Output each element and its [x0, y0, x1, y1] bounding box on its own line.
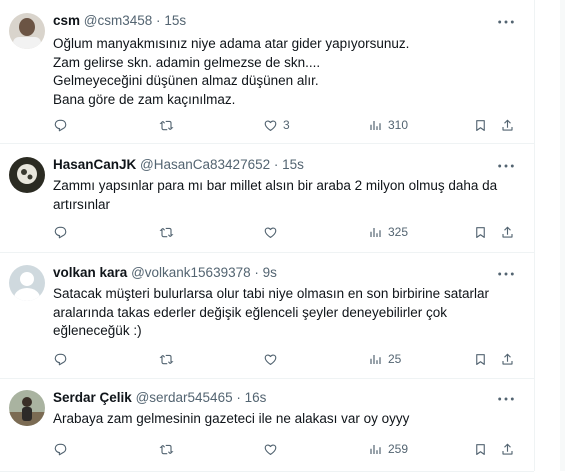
heart-icon [263, 352, 278, 367]
timestamp[interactable]: 9s [263, 265, 277, 280]
user-handle[interactable]: @HasanCa83427652 [140, 157, 270, 172]
action-bar: 325 [53, 223, 523, 241]
display-name[interactable]: volkan kara [53, 265, 127, 280]
bookmark-button[interactable] [473, 223, 488, 241]
views-icon [368, 225, 383, 240]
share-button[interactable] [500, 116, 515, 134]
bookmark-icon [473, 442, 488, 457]
action-bar: 25 [53, 350, 523, 368]
share-button[interactable] [500, 223, 515, 241]
reply-icon [53, 352, 68, 367]
bookmark-button[interactable] [473, 116, 488, 134]
more-icon[interactable] [496, 161, 516, 173]
tweet-text: Zammı yapsınlar para mı bar millet alsın… [53, 178, 498, 212]
display-name[interactable]: csm [53, 13, 80, 28]
user-handle[interactable]: @volkank15639378 [131, 265, 251, 280]
tweet-header: HasanCanJK @HasanCa83427652 · 15s [53, 157, 304, 172]
like-button[interactable] [263, 223, 283, 241]
bookmark-icon [473, 118, 488, 133]
bookmark-icon [473, 352, 488, 367]
retweet-button[interactable] [159, 223, 179, 241]
separator-dot: · [254, 265, 259, 280]
more-icon[interactable] [496, 394, 516, 406]
views-count: 325 [388, 225, 409, 239]
like-button[interactable] [263, 440, 283, 458]
like-button[interactable]: 3 [263, 116, 290, 134]
views-icon [368, 352, 383, 367]
retweet-button[interactable] [159, 440, 179, 458]
reply-icon [53, 442, 68, 457]
reply-button[interactable] [53, 116, 73, 134]
share-icon [500, 442, 515, 457]
avatar[interactable] [9, 157, 45, 193]
share-button[interactable] [500, 350, 515, 368]
tweet-text: Oğlum manyakmısınız niye adama atar gide… [53, 36, 410, 107]
views-count: 25 [388, 352, 402, 366]
action-bar: 259 [53, 440, 523, 458]
tweet-text: Arabaya zam gelmesinin gazeteci ile ne a… [53, 411, 410, 426]
reply-icon [53, 118, 68, 133]
views-button[interactable]: 310 [368, 116, 408, 134]
timestamp[interactable]: 15s [282, 157, 304, 172]
share-icon [500, 352, 515, 367]
retweet-icon [159, 442, 174, 457]
heart-icon [263, 118, 278, 133]
bookmark-button[interactable] [473, 440, 488, 458]
timeline: csm @csm3458 · 15s Oğlum manyakmısınız ni… [0, 0, 535, 472]
tweet-header: csm @csm3458 · 15s [53, 13, 186, 28]
display-name[interactable]: Serdar Çelik [53, 390, 132, 405]
tweet[interactable]: HasanCanJK @HasanCa83427652 · 15s Zammı y… [0, 143, 534, 253]
retweet-button[interactable] [159, 116, 179, 134]
tweet[interactable]: volkan kara @volkank15639378 · 9s Satacak… [0, 252, 534, 379]
like-button[interactable] [263, 350, 283, 368]
avatar[interactable] [9, 265, 45, 301]
views-count: 310 [388, 118, 409, 132]
retweet-button[interactable] [159, 350, 179, 368]
tweet-header: volkan kara @volkank15639378 · 9s [53, 265, 277, 280]
tweet-header: Serdar Çelik @serdar545465 · 16s [53, 390, 266, 405]
user-handle[interactable]: @serdar545465 [136, 390, 233, 405]
action-bar: 3 310 [53, 116, 523, 134]
views-button[interactable]: 25 [368, 350, 401, 368]
heart-icon [263, 225, 278, 240]
tweet-text: Satacak müşteri bulurlarsa olur tabi niy… [53, 286, 489, 338]
views-button[interactable]: 325 [368, 223, 408, 241]
reply-button[interactable] [53, 350, 73, 368]
avatar[interactable] [9, 13, 45, 49]
retweet-icon [159, 352, 174, 367]
bookmark-button[interactable] [473, 350, 488, 368]
avatar[interactable] [9, 390, 45, 426]
user-handle[interactable]: @csm3458 [84, 13, 152, 28]
views-icon [368, 442, 383, 457]
reply-icon [53, 225, 68, 240]
bookmark-icon [473, 225, 488, 240]
display-name[interactable]: HasanCanJK [53, 157, 136, 172]
share-icon [500, 118, 515, 133]
tweet[interactable]: csm @csm3458 · 15s Oğlum manyakmısınız ni… [0, 0, 534, 144]
separator-dot: · [273, 157, 279, 172]
heart-icon [263, 442, 278, 457]
reply-button[interactable] [53, 223, 73, 241]
views-button[interactable]: 259 [368, 440, 408, 458]
separator-dot: · [156, 13, 161, 28]
timestamp[interactable]: 16s [245, 390, 267, 405]
share-icon [500, 225, 515, 240]
separator-dot: · [236, 390, 241, 405]
views-count: 259 [388, 442, 409, 456]
timestamp[interactable]: 15s [164, 13, 186, 28]
reply-button[interactable] [53, 440, 73, 458]
retweet-icon [159, 225, 174, 240]
tweet[interactable]: Serdar Çelik @serdar545465 · 16s Arabaya … [0, 378, 534, 472]
sidebar-edge [560, 0, 565, 471]
retweet-icon [159, 118, 174, 133]
like-count: 3 [283, 118, 290, 132]
share-button[interactable] [500, 440, 515, 458]
more-icon[interactable] [496, 269, 516, 281]
more-icon[interactable] [496, 17, 516, 29]
views-icon [368, 118, 383, 133]
